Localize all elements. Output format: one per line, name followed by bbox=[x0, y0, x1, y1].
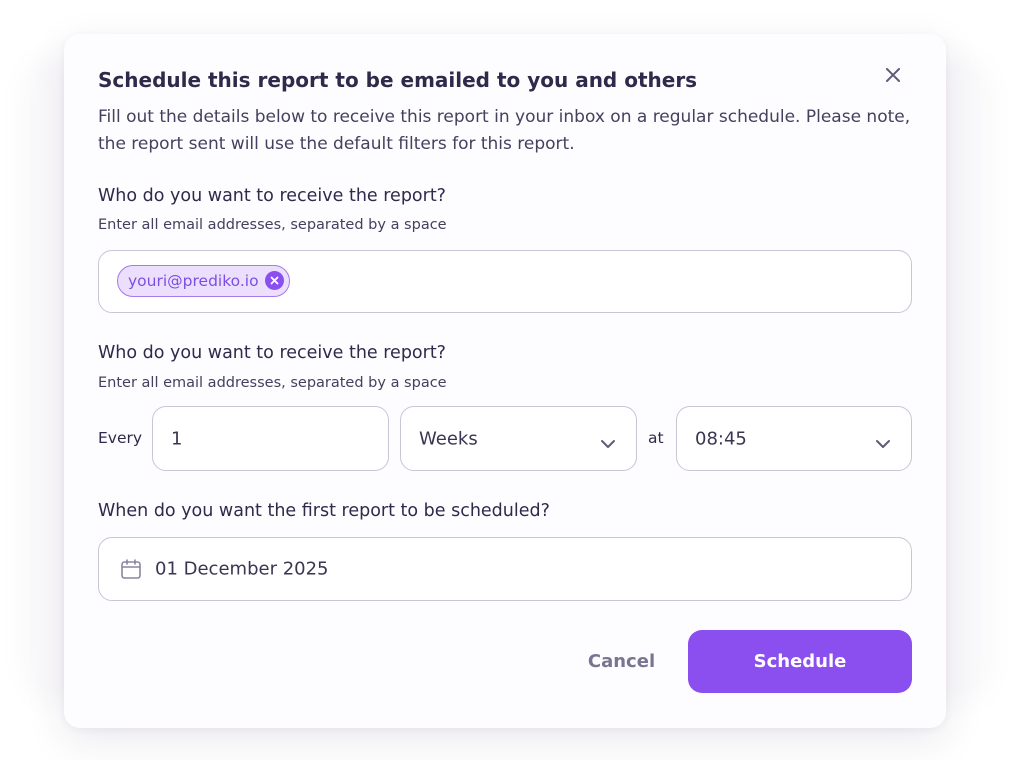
every-label: Every bbox=[98, 429, 143, 447]
interval-unit-select[interactable]: Weeks bbox=[400, 406, 637, 471]
start-date-input[interactable]: 01 December 2025 bbox=[98, 537, 912, 601]
calendar-icon bbox=[119, 557, 143, 581]
email-chip: youri@prediko.io bbox=[117, 265, 290, 297]
recipients-label: Who do you want to receive the report? bbox=[98, 186, 446, 206]
interval-input[interactable]: 1 bbox=[152, 406, 389, 471]
email-chip-label: youri@prediko.io bbox=[128, 272, 259, 290]
chevron-down-icon bbox=[600, 434, 616, 448]
schedule-report-dialog: Schedule this report to be emailed to yo… bbox=[64, 34, 946, 728]
start-date-value: 01 December 2025 bbox=[155, 558, 329, 580]
time-value: 08:45 bbox=[695, 428, 747, 449]
frequency-label: Who do you want to receive the report? bbox=[98, 343, 446, 363]
dialog-description: Fill out the details below to receive th… bbox=[98, 107, 911, 154]
frequency-hint: Enter all email addresses, separated by … bbox=[98, 375, 447, 391]
cancel-button[interactable]: Cancel bbox=[564, 630, 679, 693]
email-recipients-input[interactable]: youri@prediko.io bbox=[98, 250, 912, 313]
schedule-button[interactable]: Schedule bbox=[688, 630, 912, 693]
remove-circle-icon[interactable] bbox=[264, 271, 284, 290]
chevron-down-icon bbox=[875, 434, 891, 448]
recipients-hint: Enter all email addresses, separated by … bbox=[98, 217, 447, 233]
interval-value: 1 bbox=[171, 428, 183, 449]
interval-unit-value: Weeks bbox=[419, 428, 478, 449]
at-label: at bbox=[648, 429, 664, 447]
first-schedule-label: When do you want the first report to be … bbox=[98, 501, 550, 521]
close-icon[interactable] bbox=[882, 64, 904, 86]
dialog-title: Schedule this report to be emailed to yo… bbox=[98, 68, 698, 92]
time-select[interactable]: 08:45 bbox=[676, 406, 912, 471]
